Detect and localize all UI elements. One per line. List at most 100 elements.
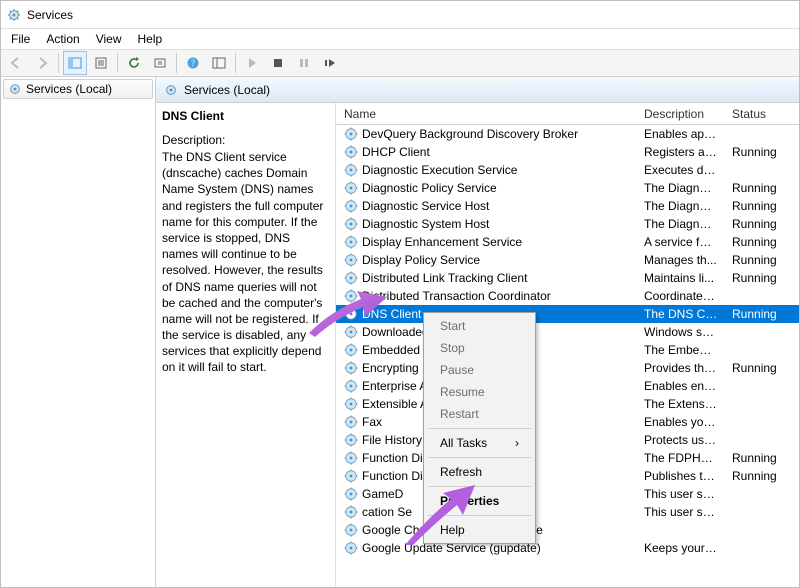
service-row[interactable]: FaxEnables you ... xyxy=(336,413,799,431)
export-button[interactable] xyxy=(148,51,172,75)
gear-icon xyxy=(344,253,358,267)
service-name: DNS Client xyxy=(362,307,421,321)
column-description[interactable]: Description xyxy=(636,103,724,124)
service-name-cell: DevQuery Background Discovery Broker xyxy=(336,127,636,141)
service-row[interactable]: DHCP ClientRegisters an...Running xyxy=(336,143,799,161)
gear-icon xyxy=(344,163,358,177)
service-row[interactable]: Diagnostic Execution ServiceExecutes dia… xyxy=(336,161,799,179)
gear-icon xyxy=(164,83,178,97)
ctx-refresh[interactable]: Refresh xyxy=(426,461,533,483)
service-status: Running xyxy=(724,181,794,195)
properties-toolbar-button[interactable] xyxy=(89,51,113,75)
service-name-cell: DHCP Client xyxy=(336,145,636,159)
service-row[interactable]: DNS ClientThe DNS Cli...Running xyxy=(336,305,799,323)
menu-file[interactable]: File xyxy=(3,30,38,48)
back-button[interactable] xyxy=(4,51,28,75)
pause-service-button[interactable] xyxy=(292,51,316,75)
service-desc: Publishes thi... xyxy=(636,469,724,483)
service-desc: The FDPHOS... xyxy=(636,451,724,465)
service-row[interactable]: Distributed Transaction CoordinatorCoord… xyxy=(336,287,799,305)
rows-container: DevQuery Background Discovery BrokerEnab… xyxy=(336,125,799,557)
service-name-cell: Distributed Link Tracking Client xyxy=(336,271,636,285)
ctx-restart[interactable]: Restart xyxy=(426,403,533,425)
ctx-properties[interactable]: Properties xyxy=(426,490,533,512)
service-row[interactable]: Distributed Link Tracking ClientMaintain… xyxy=(336,269,799,287)
refresh-button[interactable] xyxy=(122,51,146,75)
service-desc: Provides the... xyxy=(636,361,724,375)
service-row[interactable]: Google Update Service (gupdate)Keeps you… xyxy=(336,539,799,557)
toolbar-sep xyxy=(235,53,236,73)
service-row[interactable]: Google Chrome Elevation Service xyxy=(336,521,799,539)
service-row[interactable]: Diagnostic System HostThe Diagnos...Runn… xyxy=(336,215,799,233)
forward-button[interactable] xyxy=(30,51,54,75)
service-desc: The Extensib... xyxy=(636,397,724,411)
restart-service-button[interactable] xyxy=(318,51,342,75)
column-name[interactable]: Name xyxy=(336,103,636,124)
service-row[interactable]: DevQuery Background Discovery BrokerEnab… xyxy=(336,125,799,143)
ctx-help[interactable]: Help xyxy=(426,519,533,541)
service-status: Running xyxy=(724,271,794,285)
gear-icon xyxy=(344,181,358,195)
service-row[interactable]: GameDThis user ser... xyxy=(336,485,799,503)
ctx-stop[interactable]: Stop xyxy=(426,337,533,359)
ctx-sep xyxy=(428,515,531,516)
gear-icon xyxy=(344,217,358,231)
description-pane: DNS Client Description: The DNS Client s… xyxy=(156,103,336,587)
content-header: Services (Local) xyxy=(156,77,799,103)
service-name: Distributed Link Tracking Client xyxy=(362,271,527,285)
service-row[interactable]: Encrypting FileProvides the...Running xyxy=(336,359,799,377)
service-row[interactable]: Diagnostic Policy ServiceThe Diagnos...R… xyxy=(336,179,799,197)
gear-icon xyxy=(344,127,358,141)
service-name: DevQuery Background Discovery Broker xyxy=(362,127,578,141)
service-name-cell: Diagnostic Policy Service xyxy=(336,181,636,195)
gear-icon xyxy=(344,289,358,303)
menu-view[interactable]: View xyxy=(88,30,130,48)
service-row[interactable]: cation Se This user ser... xyxy=(336,503,799,521)
stop-service-button[interactable] xyxy=(266,51,290,75)
toolbar-sep xyxy=(117,53,118,73)
start-service-button[interactable] xyxy=(240,51,264,75)
service-desc: Manages th... xyxy=(636,253,724,267)
help-toolbar-button[interactable]: ? xyxy=(181,51,205,75)
nav-pane: Services (Local) xyxy=(1,77,156,587)
body: Services (Local) Services (Local) DNS Cl… xyxy=(1,77,799,587)
nav-services-local[interactable]: Services (Local) xyxy=(3,79,153,99)
service-name: cation Se xyxy=(362,505,412,519)
service-row[interactable]: File History SerProtects user... xyxy=(336,431,799,449)
column-status[interactable]: Status xyxy=(724,103,794,124)
service-row[interactable]: Display Enhancement ServiceA service for… xyxy=(336,233,799,251)
menu-action[interactable]: Action xyxy=(38,30,87,48)
list-header: Name Description Status xyxy=(336,103,799,125)
service-row[interactable]: Diagnostic Service HostThe Diagnos...Run… xyxy=(336,197,799,215)
gear-icon xyxy=(344,451,358,465)
service-row[interactable]: Downloaded MWindows ser... xyxy=(336,323,799,341)
menu-help[interactable]: Help xyxy=(130,30,171,48)
show-hide-tree-button[interactable] xyxy=(63,51,87,75)
service-status: Running xyxy=(724,451,794,465)
window-title: Services xyxy=(27,8,73,22)
console-tree-button[interactable] xyxy=(207,51,231,75)
service-status: Running xyxy=(724,253,794,267)
gear-icon xyxy=(344,361,358,375)
submenu-arrow-icon: › xyxy=(515,436,519,450)
gear-icon xyxy=(344,307,358,321)
ctx-all-tasks[interactable]: All Tasks › xyxy=(426,432,533,454)
ctx-sep xyxy=(428,486,531,487)
service-name: Display Policy Service xyxy=(362,253,480,267)
ctx-resume[interactable]: Resume xyxy=(426,381,533,403)
service-name: Fax xyxy=(362,415,382,429)
service-desc: The Diagnos... xyxy=(636,217,724,231)
service-row[interactable]: Extensible AuthThe Extensib... xyxy=(336,395,799,413)
service-name: Diagnostic Service Host xyxy=(362,199,489,213)
service-desc: This user ser... xyxy=(636,505,724,519)
service-row[interactable]: Display Policy Service Manages th...Runni… xyxy=(336,251,799,269)
gear-icon xyxy=(344,325,358,339)
service-row[interactable]: Function DiscoPublishes thi...Running xyxy=(336,467,799,485)
service-name: Distributed Transaction Coordinator xyxy=(362,289,551,303)
gear-icon xyxy=(344,235,358,249)
ctx-pause[interactable]: Pause xyxy=(426,359,533,381)
service-row[interactable]: Embedded MoThe Embedd... xyxy=(336,341,799,359)
service-row[interactable]: Function DiscoThe FDPHOS...Running xyxy=(336,449,799,467)
ctx-start[interactable]: Start xyxy=(426,315,533,337)
service-row[interactable]: Enterprise AppEnables ente... xyxy=(336,377,799,395)
